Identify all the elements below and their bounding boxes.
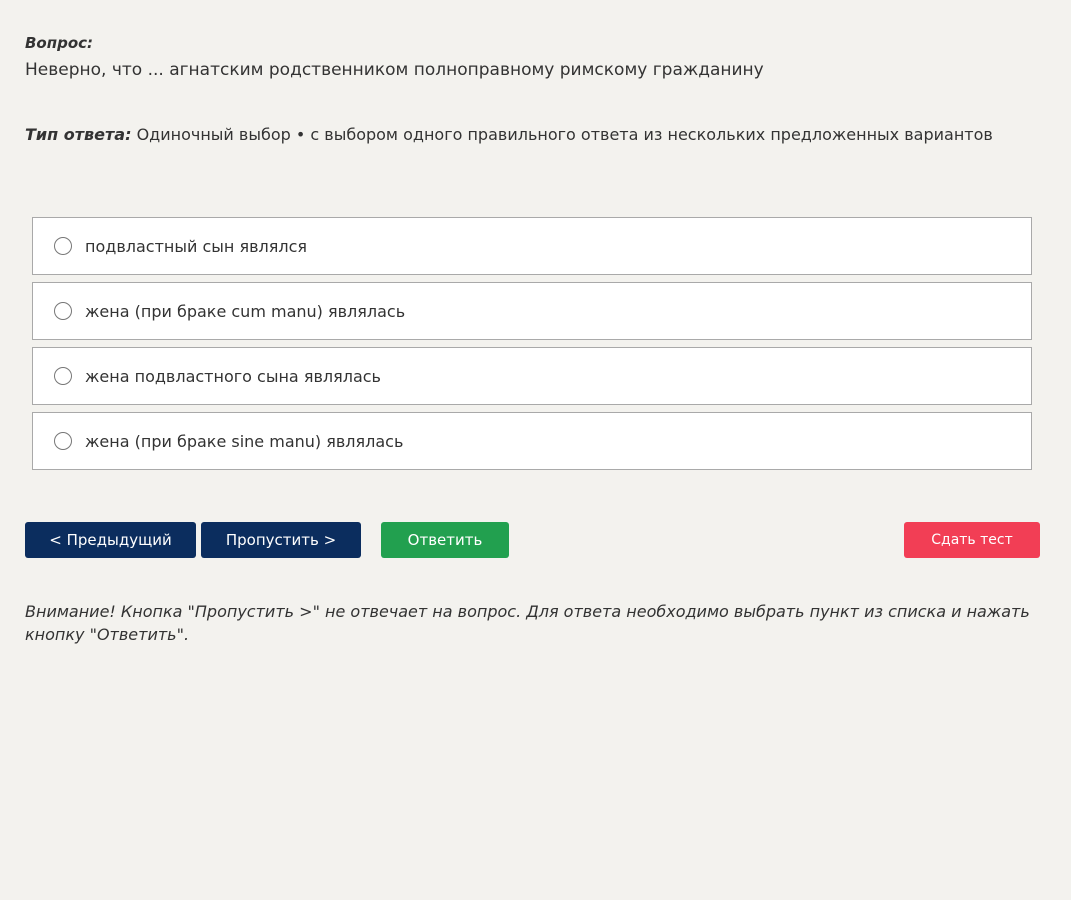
option-label: подвластный сын являлся — [85, 236, 307, 256]
answer-type-label: Тип ответа: — [25, 125, 132, 144]
option-4[interactable]: жена (при браке sine manu) являлась — [32, 412, 1032, 470]
skip-warning-note: Внимание! Кнопка "Пропустить >" не отвеч… — [25, 602, 1030, 644]
answer-button[interactable]: Ответить — [381, 522, 509, 558]
answer-type: Тип ответа: Одиночный выбор • с выбором … — [25, 125, 993, 144]
option-1[interactable]: подвластный сын являлся — [32, 217, 1032, 275]
option-2[interactable]: жена (при браке cum manu) являлась — [32, 282, 1032, 340]
radio-icon[interactable] — [54, 367, 72, 385]
radio-icon[interactable] — [54, 302, 72, 320]
option-label: жена (при браке cum manu) являлась — [85, 301, 406, 321]
options-list: подвластный сын являлся жена (при браке … — [32, 217, 1032, 477]
question-text: Неверно, что ... агнатским родственником… — [25, 60, 764, 80]
submit-test-button[interactable]: Сдать тест — [904, 522, 1040, 558]
option-label: жена подвластного сына являлась — [85, 366, 381, 386]
option-label: жена (при браке sine manu) являлась — [85, 431, 404, 451]
radio-icon[interactable] — [54, 432, 72, 450]
question-label: Вопрос: — [25, 34, 94, 52]
option-3[interactable]: жена подвластного сына являлась — [32, 347, 1032, 405]
skip-button[interactable]: Пропустить > — [201, 522, 361, 558]
previous-button[interactable]: < Предыдущий — [25, 522, 196, 558]
radio-icon[interactable] — [54, 237, 72, 255]
answer-type-value: Одиночный выбор • с выбором одного прави… — [136, 125, 993, 144]
